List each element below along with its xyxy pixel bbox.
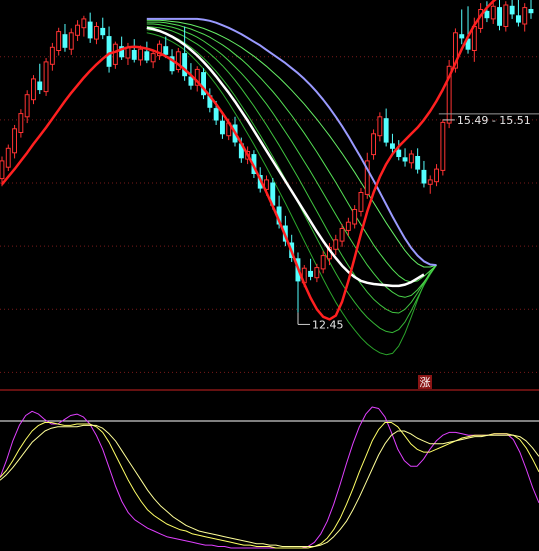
candle-body xyxy=(383,118,389,143)
signal-marker-label: 涨 xyxy=(420,376,431,389)
candle-body xyxy=(182,53,188,77)
candle-body xyxy=(345,221,351,231)
candle-body xyxy=(0,160,5,180)
candle-body xyxy=(415,156,421,170)
candle-body xyxy=(320,255,326,270)
candle-body xyxy=(497,7,503,26)
candle-body xyxy=(396,149,402,157)
candle-body xyxy=(144,51,150,61)
candle-body xyxy=(402,157,408,162)
candle xyxy=(201,68,207,100)
candle-body xyxy=(81,18,87,29)
candle-body xyxy=(56,31,62,51)
candle-body xyxy=(358,192,364,212)
candle-body xyxy=(112,43,118,65)
candle-body xyxy=(390,143,395,149)
candle-body xyxy=(138,48,144,61)
candle-body xyxy=(68,32,74,50)
candle xyxy=(43,58,49,96)
candle-body xyxy=(163,46,169,55)
candle-body xyxy=(339,228,345,242)
candle-body xyxy=(213,108,219,121)
candle-body xyxy=(434,168,440,183)
candle-body xyxy=(509,5,515,15)
candle xyxy=(5,144,11,172)
stock-chart: 12.45 15.49 - 15.51 涨 xyxy=(0,0,539,551)
candle-body xyxy=(522,7,528,25)
candle-body xyxy=(94,26,99,40)
candle-body xyxy=(75,24,80,36)
candle xyxy=(175,47,181,73)
candle xyxy=(112,41,118,69)
candle-body xyxy=(5,147,11,168)
candle xyxy=(446,59,452,129)
candle-body xyxy=(528,9,534,14)
candle-body xyxy=(62,34,68,48)
candle-body xyxy=(516,15,521,23)
candle-body xyxy=(352,209,358,225)
candle-body xyxy=(377,116,383,137)
candle-body xyxy=(18,113,24,133)
candle-body xyxy=(503,4,509,27)
candle-body xyxy=(87,21,93,39)
candle xyxy=(440,119,446,176)
candle-body xyxy=(49,46,55,65)
candle-body xyxy=(37,81,43,91)
candle-body xyxy=(371,133,377,156)
candle-body xyxy=(440,121,446,171)
candle-body xyxy=(484,10,490,19)
candle-body xyxy=(43,61,49,93)
candle-body xyxy=(106,36,112,67)
candle-body xyxy=(12,128,18,154)
candle-body xyxy=(490,5,496,20)
annotation-label: 15.49 - 15.51 xyxy=(457,114,531,127)
candle-body xyxy=(314,267,320,279)
candle-body xyxy=(333,239,339,250)
candle-body xyxy=(220,120,225,135)
candle-body xyxy=(131,50,137,60)
candle-body xyxy=(24,94,30,118)
candle xyxy=(31,75,36,105)
candle-body xyxy=(308,270,314,277)
candle-body xyxy=(459,34,465,39)
candle-body xyxy=(150,53,156,63)
annotation-label: 12.45 xyxy=(312,318,344,331)
candle-body xyxy=(408,153,414,164)
candle-body xyxy=(100,27,106,36)
candle-body xyxy=(421,169,427,184)
candle-body xyxy=(31,78,36,101)
candle-body xyxy=(427,179,433,185)
signal-marker[interactable]: 涨 xyxy=(418,375,432,389)
